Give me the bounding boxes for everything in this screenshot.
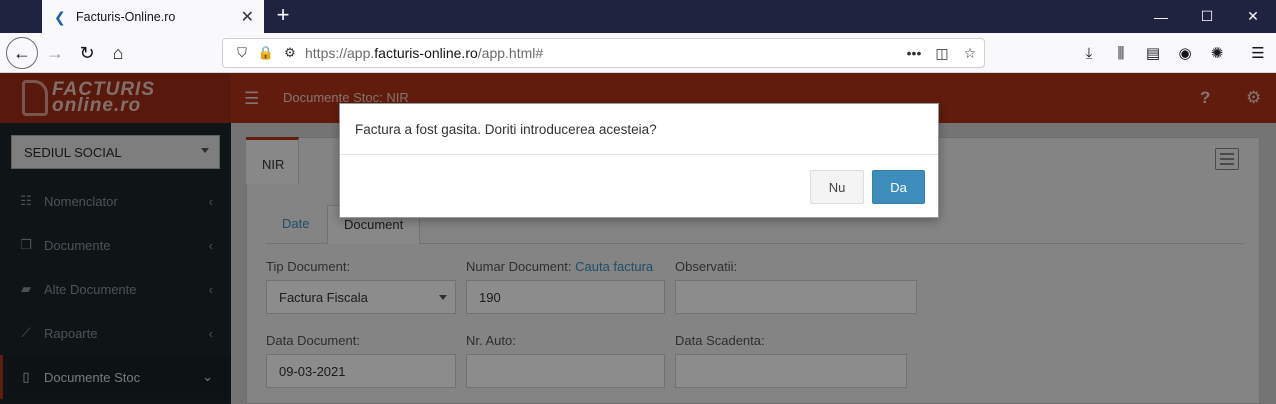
browser-tab-title: Facturis-Online.ro (76, 9, 176, 24)
forward-arrow-icon[interactable]: → (40, 38, 70, 68)
page-actions-icon[interactable]: ••• (900, 45, 928, 61)
confirm-dialog: Factura a fost gasita. Doriti introducer… (339, 103, 939, 218)
dialog-divider (340, 154, 938, 155)
account-icon[interactable]: ◉ (1173, 41, 1197, 65)
new-tab-button[interactable]: + (271, 4, 295, 28)
reload-icon[interactable]: ↻ (72, 38, 102, 68)
lock-icon[interactable]: 🔒 (257, 45, 275, 61)
close-tab-icon[interactable]: ✕ (241, 7, 254, 27)
bookmark-star-icon[interactable]: ☆ (956, 45, 984, 62)
home-icon[interactable]: ⌂ (103, 38, 133, 68)
library-icon[interactable]: ⫼ (1109, 41, 1133, 65)
sidebar-toggle-icon[interactable]: ▤ (1141, 41, 1165, 65)
yes-button[interactable]: Da (872, 170, 925, 204)
dialog-message: Factura a fost gasita. Doriti introducer… (355, 122, 657, 137)
menu-icon[interactable]: ☰ (1246, 41, 1270, 65)
shield-icon[interactable]: ⛉ (233, 45, 251, 61)
address-bar[interactable]: ⛉ 🔒 ⚙ https://app.facturis-online.ro/app… (222, 38, 985, 68)
permissions-icon[interactable]: ⚙ (281, 45, 299, 61)
back-arrow-icon[interactable]: ← (6, 37, 38, 69)
no-button[interactable]: Nu (810, 170, 864, 204)
facturis-favicon-icon: ❮ (54, 8, 66, 25)
extension-icon[interactable]: ✺ (1205, 41, 1229, 65)
close-window-button[interactable]: ✕ (1230, 0, 1276, 33)
url-text[interactable]: https://app.facturis-online.ro/app.html# (305, 45, 900, 61)
pocket-icon[interactable]: ◫ (928, 45, 956, 62)
browser-tab[interactable]: ❮ Facturis-Online.ro ✕ (42, 0, 264, 33)
maximize-window-button[interactable]: ☐ (1184, 0, 1230, 33)
minimize-window-button[interactable]: — (1138, 0, 1184, 33)
download-icon[interactable]: ⤓ (1077, 41, 1101, 65)
browser-nav-bar: ← → ↻ ⌂ ⛉ 🔒 ⚙ https://app.facturis-onlin… (0, 33, 1276, 73)
